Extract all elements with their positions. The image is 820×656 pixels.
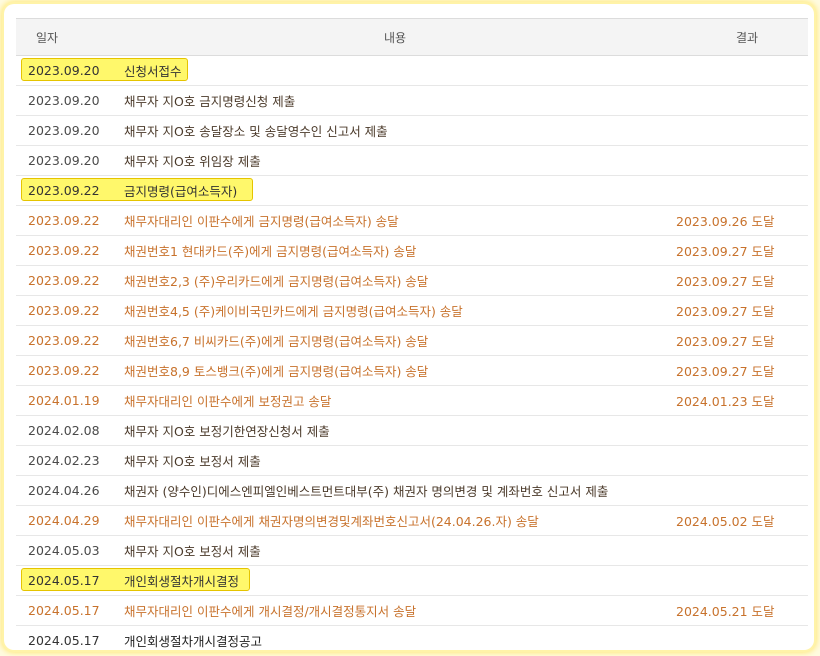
row-result: 2023.09.27 도달 [676,244,775,259]
header-date: 일자 [36,30,59,45]
table-row: 2023.09.22 채권번호2,3 (주)우리카드에게 금지명령(급여소득자) … [16,266,808,296]
row-date: 2023.09.22 [28,303,100,318]
table-row-highlighted: 2023.09.20 신청서접수 [16,56,808,86]
row-date: 2024.01.19 [28,393,100,408]
table-row-highlighted: 2024.05.17 개인회생절차개시결정 [16,566,808,596]
table-body: 2023.09.20 신청서접수 2023.09.20 채무자 지O호 금지명령신청 … [16,56,808,650]
header-result: 결과 [735,30,759,45]
table-row-highlighted: 2023.09.22 금지명령(급여소득자) [16,176,808,206]
row-date: 2023.09.22 [28,243,100,258]
row-content: 채무자대리인 이판수에게 개시결정/개시결정통지서 송달 [124,604,417,619]
table-row: 2024.02.23 채무자 지O호 보정서 제출 [16,446,808,476]
row-date: 2023.09.20 [28,123,100,138]
row-date: 2023.09.22 [28,363,100,378]
row-content: 채무자 지O호 보정서 제출 [124,544,261,559]
table-row: 2023.09.22 채권번호4,5 (주)케이비국민카드에게 금지명령(급여소득… [16,296,808,326]
page-frame: 일자 내용 결과 2023.09.20 신청서접수 2023.09.20 채무자 지O… [4,4,814,650]
table-row: 2023.09.22 채무자대리인 이판수에게 금지명령(급여소득자) 송달 202… [16,206,808,236]
row-result: 2023.09.27 도달 [676,364,775,379]
table-row: 2023.09.22 채권번호6,7 비씨카드(주)에게 금지명령(급여소득자) … [16,326,808,356]
row-content: 채무자 지O호 위임장 제출 [124,154,261,169]
case-progress-table: 일자 내용 결과 2023.09.20 신청서접수 2023.09.20 채무자 지O… [16,18,808,650]
row-date: 2023.09.22 [28,333,100,348]
row-date: 2024.02.08 [28,423,100,438]
row-content: 채무자 지O호 송달장소 및 송달영수인 신고서 제출 [124,124,388,139]
table-row: 2024.05.17 개인회생절차개시결정공고 [16,626,808,650]
table-row: 2023.09.20 채무자 지O호 송달장소 및 송달영수인 신고서 제출 [16,116,808,146]
row-date: 2024.05.17 [28,573,100,588]
table-row: 2023.09.20 채무자 지O호 위임장 제출 [16,146,808,176]
row-result: 2023.09.27 도달 [676,304,775,319]
table-row: 2024.01.19 채무자대리인 이판수에게 보정권고 송달 2024.01.23… [16,386,808,416]
row-content: 채무자대리인 이판수에게 채권자명의변경및계좌번호신고서(24.04.26.자)… [124,514,539,529]
row-date: 2023.09.22 [28,183,100,198]
table-row: 2023.09.22 채권번호8,9 토스뱅크(주)에게 금지명령(급여소득자) … [16,356,808,386]
row-date: 2023.09.22 [28,213,100,228]
row-content: 채권번호4,5 (주)케이비국민카드에게 금지명령(급여소득자) 송달 [124,304,463,319]
row-content: 채무자대리인 이판수에게 금지명령(급여소득자) 송달 [124,214,399,229]
row-content: 채무자 지O호 보정서 제출 [124,454,261,469]
row-content: 신청서접수 [124,64,182,79]
row-date: 2023.09.20 [28,153,100,168]
row-date: 2024.04.29 [28,513,100,528]
row-content: 채무자대리인 이판수에게 보정권고 송달 [124,394,332,409]
row-content: 채권번호6,7 비씨카드(주)에게 금지명령(급여소득자) 송달 [124,334,429,349]
row-content: 채권자 (양수인)디에스엔피엘인베스트먼트대부(주) 채권자 명의변경 및 계좌… [124,484,609,499]
table-header: 일자 내용 결과 [16,18,808,56]
table-row: 2024.04.29 채무자대리인 이판수에게 채권자명의변경및계좌번호신고서(2… [16,506,808,536]
row-result: 2024.05.02 도달 [676,514,775,529]
table-row: 2023.09.20 채무자 지O호 금지명령신청 제출 [16,86,808,116]
row-result: 2023.09.26 도달 [676,214,775,229]
row-date: 2024.05.03 [28,543,100,558]
row-date: 2023.09.22 [28,273,100,288]
row-content: 개인회생절차개시결정 [124,574,240,589]
row-result: 2024.01.23 도달 [676,394,775,409]
table-row: 2024.04.26 채권자 (양수인)디에스엔피엘인베스트먼트대부(주) 채권자… [16,476,808,506]
row-content: 채권번호2,3 (주)우리카드에게 금지명령(급여소득자) 송달 [124,274,429,289]
table-row: 2023.09.22 채권번호1 현대카드(주)에게 금지명령(급여소득자) 송달… [16,236,808,266]
row-content: 개인회생절차개시결정공고 [124,634,263,649]
row-date: 2023.09.20 [28,93,100,108]
header-content: 내용 [383,30,407,45]
row-date: 2024.05.17 [28,633,100,648]
table-row: 2024.05.03 채무자 지O호 보정서 제출 [16,536,808,566]
row-result: 2024.05.21 도달 [676,604,775,619]
table-row: 2024.05.17 채무자대리인 이판수에게 개시결정/개시결정통지서 송달 20… [16,596,808,626]
row-content: 채무자 지O호 금지명령신청 제출 [124,94,296,109]
row-result: 2023.09.27 도달 [676,274,775,289]
row-content: 채권번호1 현대카드(주)에게 금지명령(급여소득자) 송달 [124,244,417,259]
row-date: 2024.04.26 [28,483,100,498]
row-date: 2024.05.17 [28,603,100,618]
row-result: 2023.09.27 도달 [676,334,775,349]
table-row: 2024.02.08 채무자 지O호 보정기한연장신청서 제출 [16,416,808,446]
row-content: 채권번호8,9 토스뱅크(주)에게 금지명령(급여소득자) 송달 [124,364,429,379]
row-content: 채무자 지O호 보정기한연장신청서 제출 [124,424,330,439]
row-content: 금지명령(급여소득자) [124,184,238,199]
row-date: 2023.09.20 [28,63,100,78]
row-date: 2024.02.23 [28,453,100,468]
